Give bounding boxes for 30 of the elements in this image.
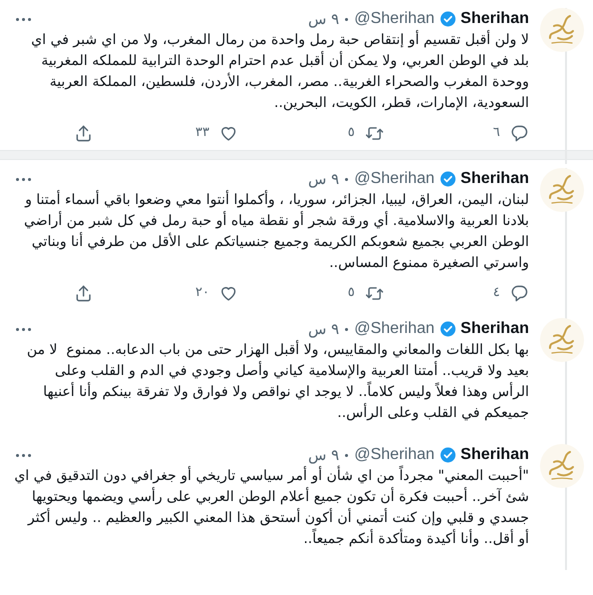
avatar (540, 8, 584, 52)
timestamp[interactable]: ٩ س (308, 168, 340, 190)
author-name[interactable]: Sherihan (460, 317, 529, 341)
reply-count: ٦ (493, 124, 500, 142)
author-handle[interactable]: @Sherihan (354, 443, 435, 467)
tweet-text: بها بكل اللغات والمعاني والمقاييس، ولا أقبل الهزار حتى من باب الدعابه.. ممنوع لا من بعيد ولا قريب.. أمتنا العربية والإسلامية كياني وأصل وجودي في الدم و القلب وعلى الرأس وهذا فعلاً وليس كلاماً.. لا يوجد اي نواقص ولا فوارق ولا تفرقة بينكم وأنا أعنيها جميعكم في القلب وعلى الرأس.. (26, 340, 529, 423)
author-handle[interactable]: @Sherihan (354, 167, 435, 191)
author-handle[interactable]: @Sherihan (354, 7, 435, 31)
author-name[interactable]: Sherihan (460, 7, 529, 31)
share-icon[interactable] (74, 284, 94, 302)
retweet-count: ٥ (348, 124, 355, 142)
reply-count: ٤ (493, 284, 500, 302)
author-handle[interactable]: @Sherihan (354, 317, 435, 341)
retweet-count: ٥ (348, 284, 355, 302)
avatar (540, 168, 584, 212)
avatar (540, 444, 584, 488)
share-icon[interactable] (74, 124, 94, 142)
speech-bubble-icon[interactable] (510, 124, 529, 142)
tweet-text: لا ولن أقبل تقسيم أو إنتقاص حبة رمل واحدة من رمال المغرب، ولا من اي شبر في اي بلد في الوطن العربي، ولا يمكن أن أقبل عدم احترام الوحدة الترابية للمملكه المغربية ووحدة المغرب والصحراء الغربية.. مصر، المغرب، الأردن، فلسطين، المملكة العربية السعودية، الإمارات، قطر، الكويت، البحرين.. (30, 30, 529, 113)
like-count: ٣٣ (195, 124, 210, 142)
timestamp[interactable]: ٩ س (308, 8, 340, 30)
speech-bubble-icon[interactable] (510, 284, 529, 302)
timestamp[interactable]: ٩ س (308, 444, 340, 466)
author-name[interactable]: Sherihan (460, 443, 529, 467)
tweet-text: "أحببت المعني" مجرداً من اي شأن أو أمر سياسي تاريخي أو جغرافي دون التدقيق في اي شئ آخر.. أحببت فكرة أن تكون جميع أعلام الوطن العربي على رأسي ويضمها ويحتويها جسدي و قلبي وإن كنت أتمني أن أكون أستحق هذا المعني الكبير والعظيم .. وليس أكثر أو أقل.. وأنا أكيدة ومتأكدة أنكم جميعاً.. (14, 466, 529, 550)
author-name[interactable]: Sherihan (460, 167, 529, 191)
like-count: ٢٠ (195, 284, 210, 302)
timestamp[interactable]: ٩ س (308, 318, 340, 340)
avatar (540, 318, 584, 362)
tweet-text: لبنان، اليمن، العراق، ليبيا، الجزائر، سوريا، ، وأكملوا أنتوا معي وضعوا باقي أسماء أمتنا و بلادنا العربية والاسلامية. أي ورقة شجر أو نقطة مياه أو حبة رمل في كل شبر من أراضي الوطن العربي بجميع شعوبكم الكريمة وجميع جنسياتكم على الأقل من طرفي أنا وبناتي واسرتي الصغيرة ممنوع المساس.. (23, 190, 529, 273)
